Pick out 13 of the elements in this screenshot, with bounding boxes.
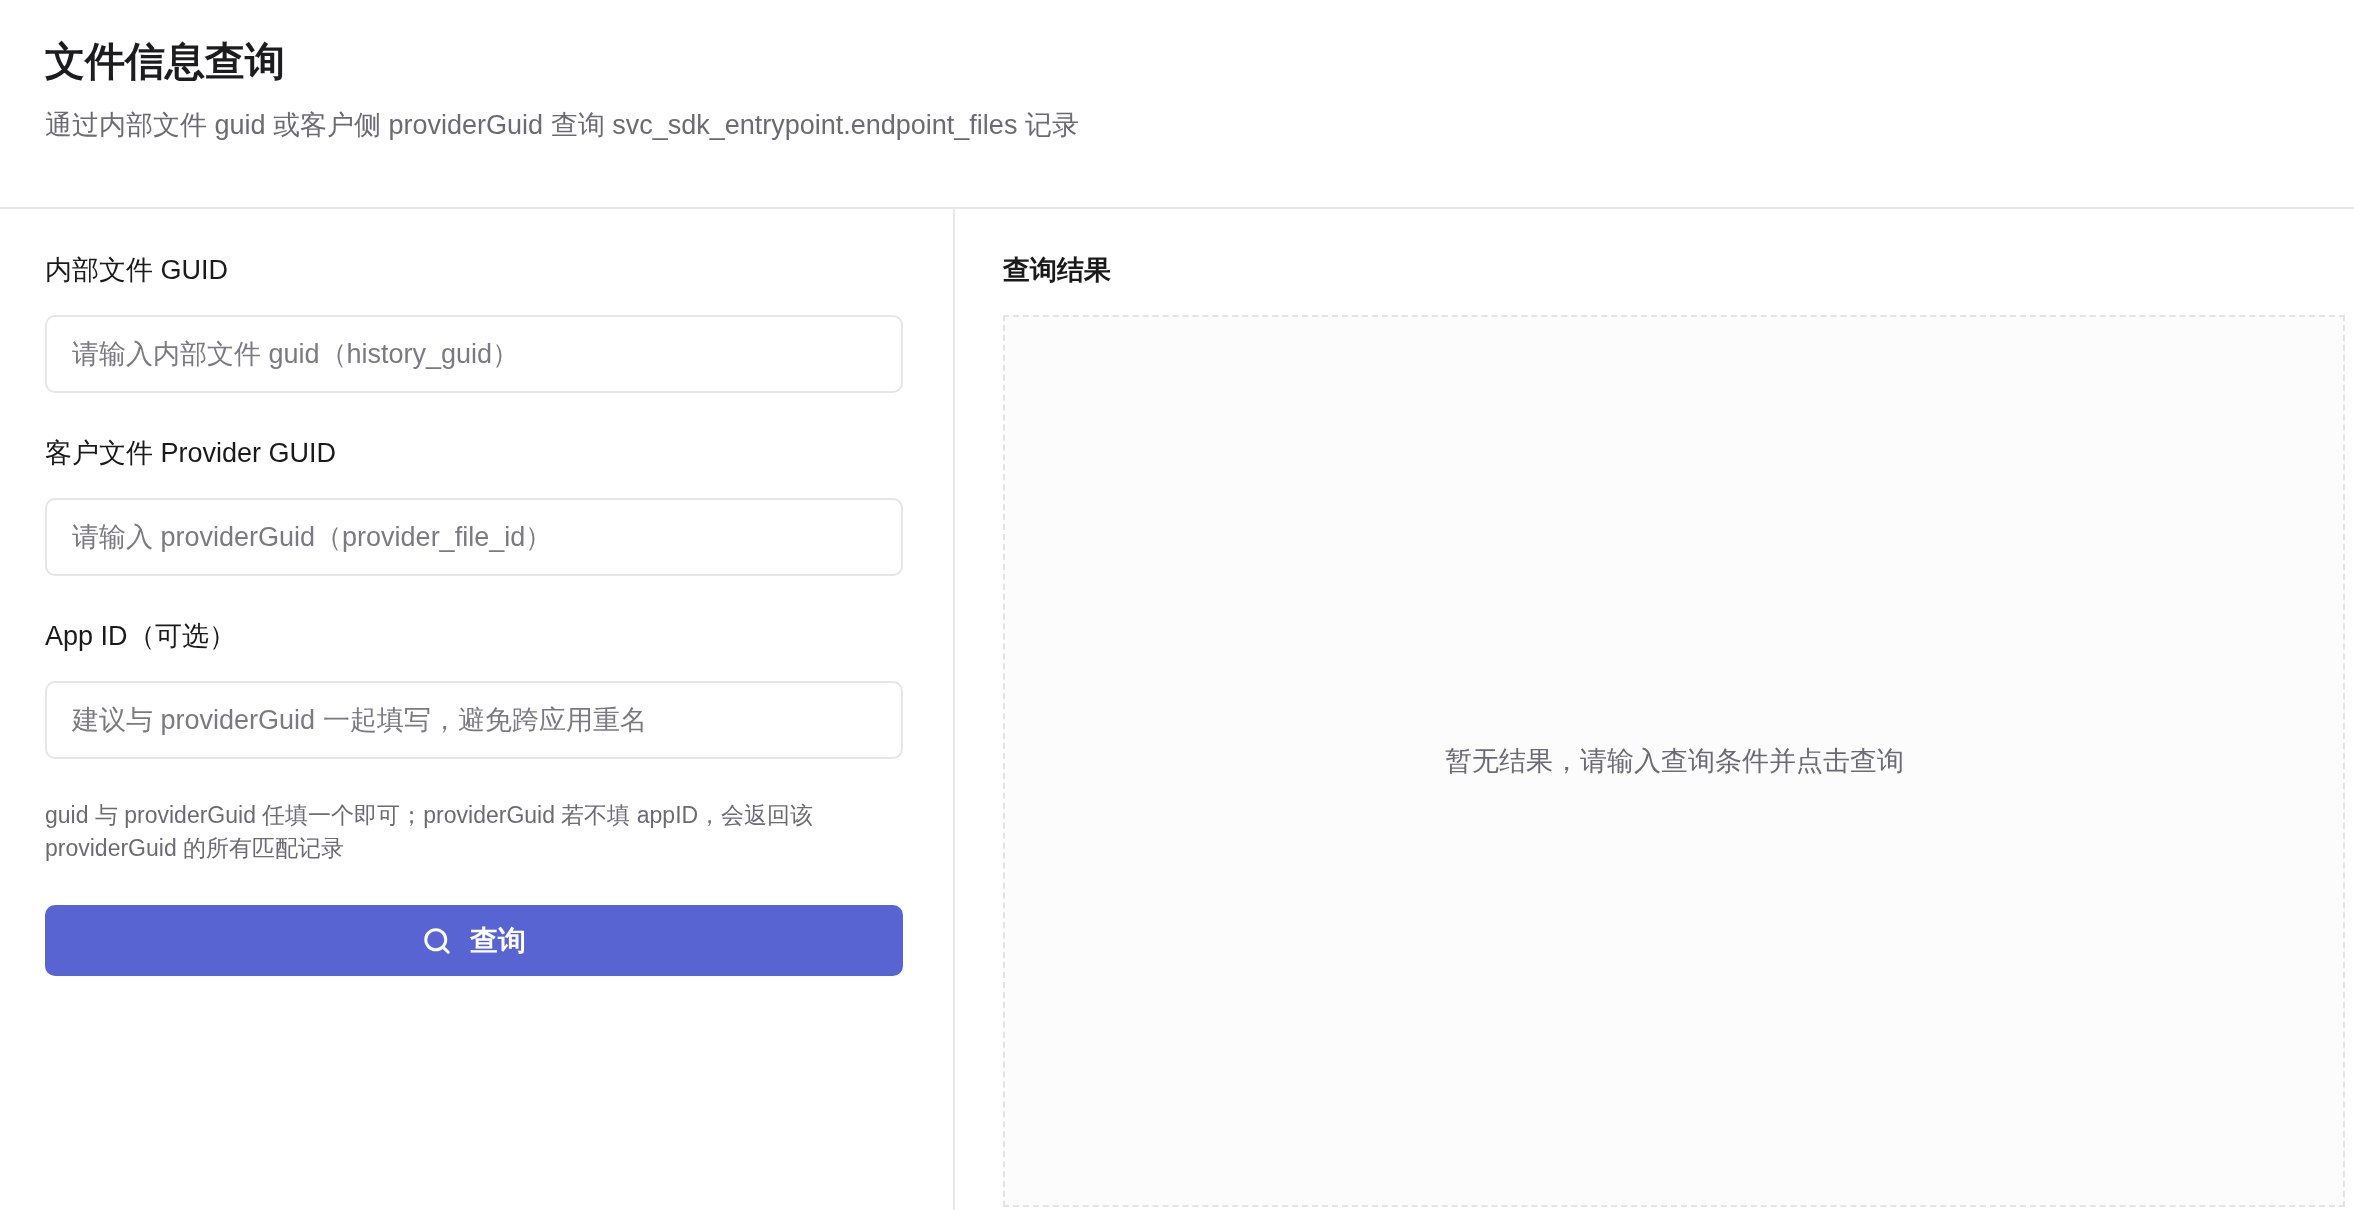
input-field[interactable]: 建议与 providerGuid 一起填写，避免跨应用重名: [45, 681, 903, 759]
field-label: App ID（可选）: [45, 620, 237, 653]
hint-text: guid 与 providerGuid 任填一个即可；providerGuid 若不填 appID，会返回该 providerGuid 的所有匹配记录: [45, 801, 815, 863]
page-title: 文件信息查询: [45, 38, 286, 85]
query-button[interactable]: 查询: [45, 905, 903, 976]
page-subtitle: 通过内部文件 guid 或客户侧 providerGuid 查询 svc_sdk_entrypoint.endpoint_files 记录: [45, 109, 1080, 142]
results-title: 查询结果: [1003, 254, 1112, 287]
field-label: 内部文件 GUID: [45, 254, 229, 287]
input-field[interactable]: 请输入内部文件 guid（history_guid）: [45, 315, 903, 393]
empty-message: 暂无结果，请输入查询条件并点击查询: [1444, 745, 1904, 778]
search-icon: [422, 925, 452, 956]
input-field[interactable]: 请输入 providerGuid（provider_file_id）: [45, 498, 903, 576]
field-label: 客户文件 Provider GUID: [45, 437, 338, 470]
